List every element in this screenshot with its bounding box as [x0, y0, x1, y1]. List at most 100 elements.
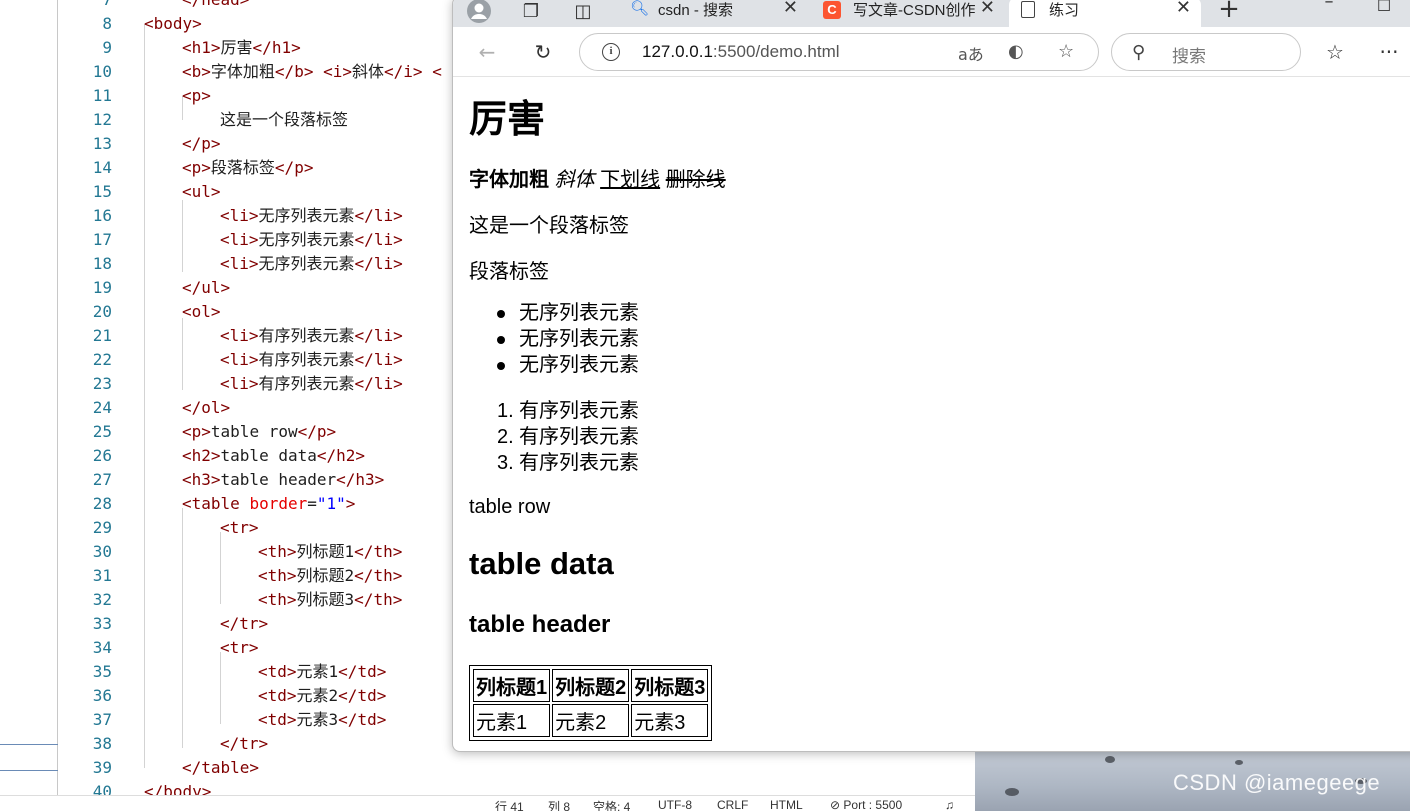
code-line[interactable]: <p>段落标签</p> — [182, 156, 313, 180]
minimize-button[interactable]: – — [1313, 0, 1345, 17]
list-item: 无序列表元素 — [493, 326, 639, 352]
favorites-icon[interactable]: ☆ — [1319, 36, 1351, 68]
code-token: </ul> — [182, 278, 231, 297]
refresh-button[interactable]: ↻ — [527, 36, 559, 68]
code-line[interactable]: 这是一个段落标签 — [220, 108, 348, 132]
encoding-selector[interactable]: UTF-8 — [658, 798, 692, 811]
code-token: </th> — [354, 566, 403, 585]
code-line[interactable]: <body> — [144, 12, 202, 36]
code-line[interactable]: <td>元素3</td> — [258, 708, 386, 732]
code-line[interactable]: <h2>table data</h2> — [182, 444, 365, 468]
code-token: <b> — [182, 62, 211, 81]
table-header-row: 列标题1 列标题2 列标题3 — [473, 669, 709, 702]
formatted-text-line: 字体加粗 斜体 下划线 删除线 — [469, 163, 726, 192]
tab-csdn-write[interactable]: C 写文章-CSDN创作 ✕ — [813, 0, 1005, 27]
cursor-column[interactable]: 列 8 — [548, 798, 570, 811]
more-menu-icon[interactable]: ··· — [1373, 36, 1405, 68]
notifications-icon[interactable]: ♫ — [945, 798, 954, 811]
code-line[interactable]: <p>table row</p> — [182, 420, 336, 444]
data-table: 列标题1 列标题2 列标题3 元素1 元素2 元素3 — [469, 665, 713, 741]
indent-guide — [182, 318, 183, 390]
code-line[interactable]: <th>列标题3</th> — [258, 588, 402, 612]
line-number-gutter: 7 8 9 10 11 12 13 14 15 16 17 18 19 20 21 22 23 24 25 26 27 2… — [58, 0, 124, 801]
close-tab-icon[interactable]: ✕ — [1176, 0, 1191, 18]
vertical-tabs-icon[interactable]: ◫ — [567, 0, 599, 27]
eol-selector[interactable]: CRLF — [717, 798, 748, 811]
line-number: 21 — [92, 326, 112, 345]
workspaces-icon[interactable]: ❐ — [515, 0, 547, 27]
profile-avatar-icon[interactable] — [463, 0, 495, 27]
search-box[interactable]: ⚲ 搜索 — [1111, 33, 1301, 71]
code-line[interactable]: <td>元素1</td> — [258, 660, 386, 684]
code-token: </i> — [384, 62, 423, 81]
search-icon: 🔍︎ — [630, 0, 650, 17]
code-line[interactable]: <td>元素2</td> — [258, 684, 386, 708]
indentation-setting[interactable]: 空格: 4 — [593, 798, 630, 811]
tab-strip: ❐ ◫ 🔍︎ csdn - 搜索 ✕ C 写文章-CSDN创作 ✕ 练习 ✕ +… — [453, 0, 1410, 27]
code-line[interactable]: <li>无序列表元素</li> — [220, 204, 403, 228]
code-line[interactable]: </ol> — [182, 396, 230, 420]
code-line[interactable]: <ul> — [182, 180, 221, 204]
site-info-icon[interactable]: i — [602, 43, 620, 61]
code-token: <li> — [220, 230, 259, 249]
code-token: 列标题1 — [296, 542, 355, 561]
code-token: <table — [182, 494, 250, 513]
code-line[interactable]: <tr> — [220, 516, 259, 540]
maximize-button[interactable]: ☐ — [1368, 0, 1400, 21]
code-line[interactable]: </head> — [182, 0, 249, 12]
code-token: </li> — [354, 326, 403, 345]
code-line[interactable]: <tr> — [220, 636, 259, 660]
code-line[interactable]: <p> — [182, 84, 211, 108]
code-token: </li> — [354, 350, 403, 369]
section-heading: table data — [469, 546, 614, 581]
code-token: 无序列表元素 — [258, 206, 355, 225]
wallpaper-detail — [1235, 760, 1243, 765]
code-token: <tr> — [220, 518, 259, 537]
code-line[interactable]: <th>列标题1</th> — [258, 540, 402, 564]
subsection-heading: table header — [469, 611, 611, 638]
edge-extension-icon[interactable]: ◐ — [1008, 41, 1024, 62]
code-line[interactable]: <h1>厉害</h1> — [182, 36, 301, 60]
list-item: 无序列表元素 — [493, 352, 639, 378]
page-heading: 厉害 — [469, 99, 546, 141]
read-aloud-icon[interactable]: aあ — [958, 41, 984, 65]
favorite-star-icon[interactable]: ☆ — [1058, 41, 1074, 62]
code-token: 段落标签 — [210, 158, 275, 177]
code-token: <li> — [220, 206, 259, 225]
code-token: 元素1 — [296, 662, 339, 681]
code-token: </tr> — [220, 614, 269, 633]
code-line[interactable]: </table> — [182, 756, 259, 780]
code-line[interactable]: <li>无序列表元素</li> — [220, 228, 403, 252]
line-number: 31 — [92, 566, 112, 585]
code-line[interactable]: <li>有序列表元素</li> — [220, 348, 403, 372]
code-line[interactable]: </tr> — [220, 612, 268, 636]
code-line[interactable]: </ul> — [182, 276, 230, 300]
code-token: </td> — [338, 686, 387, 705]
code-line[interactable]: <li>无序列表元素</li> — [220, 252, 403, 276]
cursor-position[interactable]: 行 41 — [495, 798, 524, 811]
code-line[interactable]: <li>有序列表元素</li> — [220, 324, 403, 348]
code-line[interactable]: <li>有序列表元素</li> — [220, 372, 403, 396]
tab-csdn-search[interactable]: 🔍︎ csdn - 搜索 ✕ — [618, 0, 808, 27]
line-number: 13 — [92, 134, 112, 153]
code-line[interactable]: </tr> — [220, 732, 268, 756]
code-line[interactable]: <th>列标题2</th> — [258, 564, 402, 588]
tab-practice[interactable]: 练习 ✕ — [1009, 0, 1201, 27]
code-line[interactable]: </p> — [182, 132, 221, 156]
new-tab-button[interactable]: + — [1213, 0, 1245, 25]
table-cell: 元素2 — [552, 704, 630, 737]
back-button[interactable]: ← — [471, 36, 503, 68]
code-token: </li> — [354, 374, 403, 393]
list-item: 3. 有序列表元素 — [493, 450, 639, 476]
code-line[interactable]: <ol> — [182, 300, 221, 324]
url-text[interactable]: 127.0.0.1:5500/demo.html — [642, 42, 840, 62]
close-tab-icon[interactable]: ✕ — [783, 0, 798, 18]
live-server-port[interactable]: ⊘ Port : 5500 — [830, 798, 902, 811]
code-line[interactable]: <b>字体加粗</b> <i>斜体</i> < — [182, 60, 442, 84]
address-bar[interactable]: i 127.0.0.1:5500/demo.html aあ ◐ ☆ — [579, 33, 1099, 71]
code-line[interactable]: <table border="1"> — [182, 492, 355, 516]
code-token: <th> — [258, 542, 297, 561]
language-mode[interactable]: HTML — [770, 798, 803, 811]
close-tab-icon[interactable]: ✕ — [980, 0, 995, 18]
code-line[interactable]: <h3>table header</h3> — [182, 468, 384, 492]
